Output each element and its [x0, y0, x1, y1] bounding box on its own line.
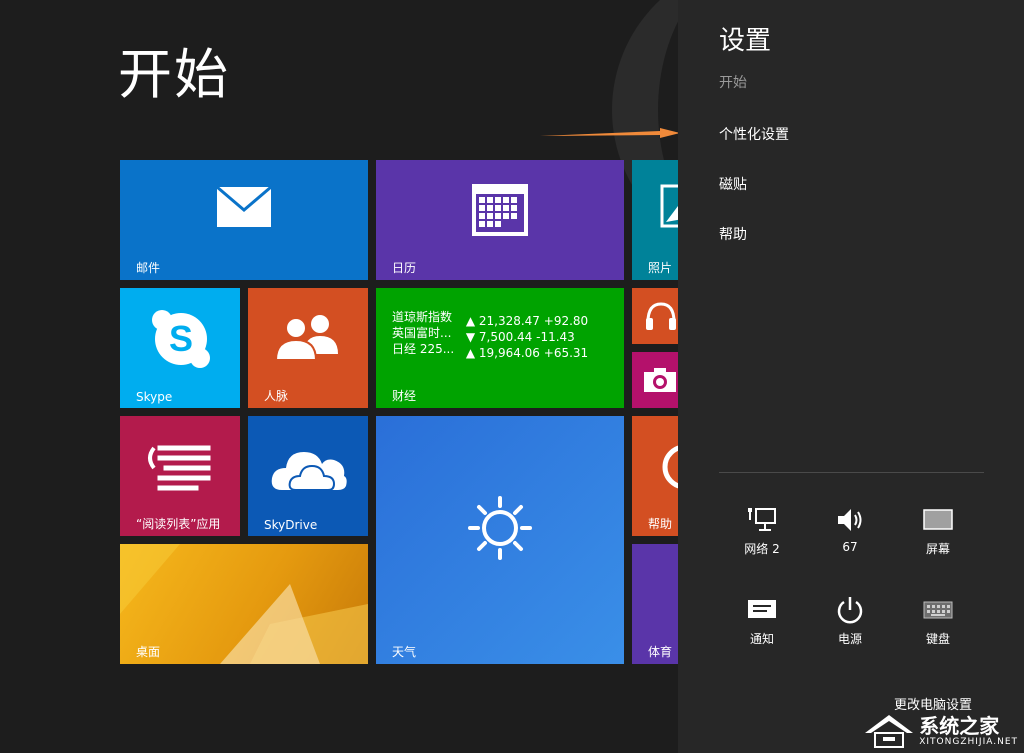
volume-icon	[838, 509, 862, 531]
people-icon	[274, 314, 340, 362]
tile-skydrive[interactable]: SkyDrive	[248, 416, 368, 536]
tile-reading-list[interactable]: “阅读列表”应用	[120, 416, 240, 536]
finance-name: 道琼斯指数	[392, 310, 453, 324]
settings-divider	[719, 472, 984, 473]
annotation-arrow	[540, 128, 680, 138]
mail-icon	[216, 186, 272, 228]
house-logo-icon	[865, 715, 914, 748]
sun-icon	[466, 494, 534, 562]
watermark: 系统之家 XITONGZHIJIA.NET	[863, 713, 1018, 749]
tile-finance[interactable]: 道琼斯指数 ▲ 21,328.47 +92.80 英国富时... ▼ 7,500…	[376, 288, 624, 408]
tile-label: 照片	[648, 261, 673, 275]
settings-item-personalize[interactable]: 个性化设置	[719, 124, 789, 144]
quick-notifications[interactable]: 通知	[722, 596, 802, 647]
tile-photos[interactable]: 照片	[632, 160, 680, 280]
finance-name: 日经 225...	[392, 342, 455, 356]
start-screen: 开始 邮件 日历 照片 S Skype 人脉 道琼斯指数 ▲ 21,328.47…	[0, 0, 680, 753]
quick-power[interactable]: 电源	[810, 596, 890, 647]
skype-icon: S	[150, 308, 212, 370]
quick-keyboard[interactable]: 键盘	[898, 596, 978, 647]
tile-label: 日历	[392, 261, 417, 275]
tile-label: 邮件	[136, 261, 161, 275]
settings-title: 设置	[719, 26, 772, 56]
tile-calendar[interactable]: 日历	[376, 160, 624, 280]
camera-icon	[642, 366, 678, 394]
photo-icon	[660, 184, 680, 228]
svg-text:S: S	[169, 318, 193, 359]
headphones-icon	[644, 300, 678, 332]
quick-label: 键盘	[925, 632, 950, 646]
tile-skype[interactable]: S Skype	[120, 288, 240, 408]
start-title: 开始	[118, 43, 230, 106]
quick-label: 电源	[837, 632, 862, 646]
quick-network[interactable]: 网络 2	[722, 506, 802, 557]
tile-label: Skype	[136, 390, 173, 404]
tile-label: 帮助	[648, 517, 673, 531]
settings-item-tiles[interactable]: 磁贴	[719, 174, 747, 194]
tile-camera[interactable]	[632, 352, 680, 408]
tile-label: 天气	[392, 645, 417, 659]
watermark-url: XITONGZHIJIA.NET	[919, 737, 1018, 747]
tile-label: 体育	[648, 645, 673, 659]
settings-item-help[interactable]: 帮助	[719, 224, 747, 244]
help-icon	[660, 442, 680, 492]
tile-help[interactable]: 帮助	[632, 416, 680, 536]
quick-screen[interactable]: 屏幕	[898, 506, 978, 557]
quick-volume[interactable]: 67	[810, 506, 890, 554]
quick-label: 通知	[749, 632, 774, 646]
tile-weather[interactable]: 天气	[376, 416, 624, 664]
tile-label: 人脉	[264, 389, 289, 403]
tile-label: “阅读列表”应用	[136, 517, 221, 531]
screen-icon	[923, 509, 953, 530]
calendar-icon	[472, 184, 528, 236]
tile-desktop[interactable]: 桌面	[120, 544, 368, 664]
tile-sports[interactable]: 体育	[632, 544, 680, 664]
change-pc-settings-link[interactable]: 更改电脑设置	[894, 694, 972, 713]
tile-music[interactable]	[632, 288, 680, 344]
finance-row: 日经 225... ▲ 19,964.06 +65.31	[392, 340, 588, 360]
finance-name: 英国富时...	[392, 326, 452, 340]
power-icon	[837, 597, 863, 624]
notification-icon	[748, 600, 776, 618]
settings-subtitle: 开始	[719, 75, 747, 91]
settings-panel: 设置 开始 个性化设置 磁贴 帮助 网络 2 67 屏幕 通知 电源 键盘 更改…	[678, 0, 1024, 753]
watermark-text: 系统之家	[919, 714, 1000, 738]
tile-people[interactable]: 人脉	[248, 288, 368, 408]
tile-mail[interactable]: 邮件	[120, 160, 368, 280]
tile-label: 桌面	[136, 645, 161, 659]
quick-label: 网络 2	[744, 542, 780, 556]
quick-label: 屏幕	[925, 542, 950, 556]
reading-list-icon	[146, 442, 214, 492]
tile-label: SkyDrive	[264, 518, 318, 532]
network-icon	[748, 508, 776, 531]
finance-value: ▲ 19,964.06 +65.31	[465, 346, 589, 360]
cloud-icon	[270, 446, 348, 492]
keyboard-icon	[923, 601, 953, 619]
tile-label: 财经	[392, 389, 417, 403]
watermark-text-block: 系统之家 XITONGZHIJIA.NET	[919, 715, 1018, 747]
quick-label: 67	[842, 540, 858, 554]
